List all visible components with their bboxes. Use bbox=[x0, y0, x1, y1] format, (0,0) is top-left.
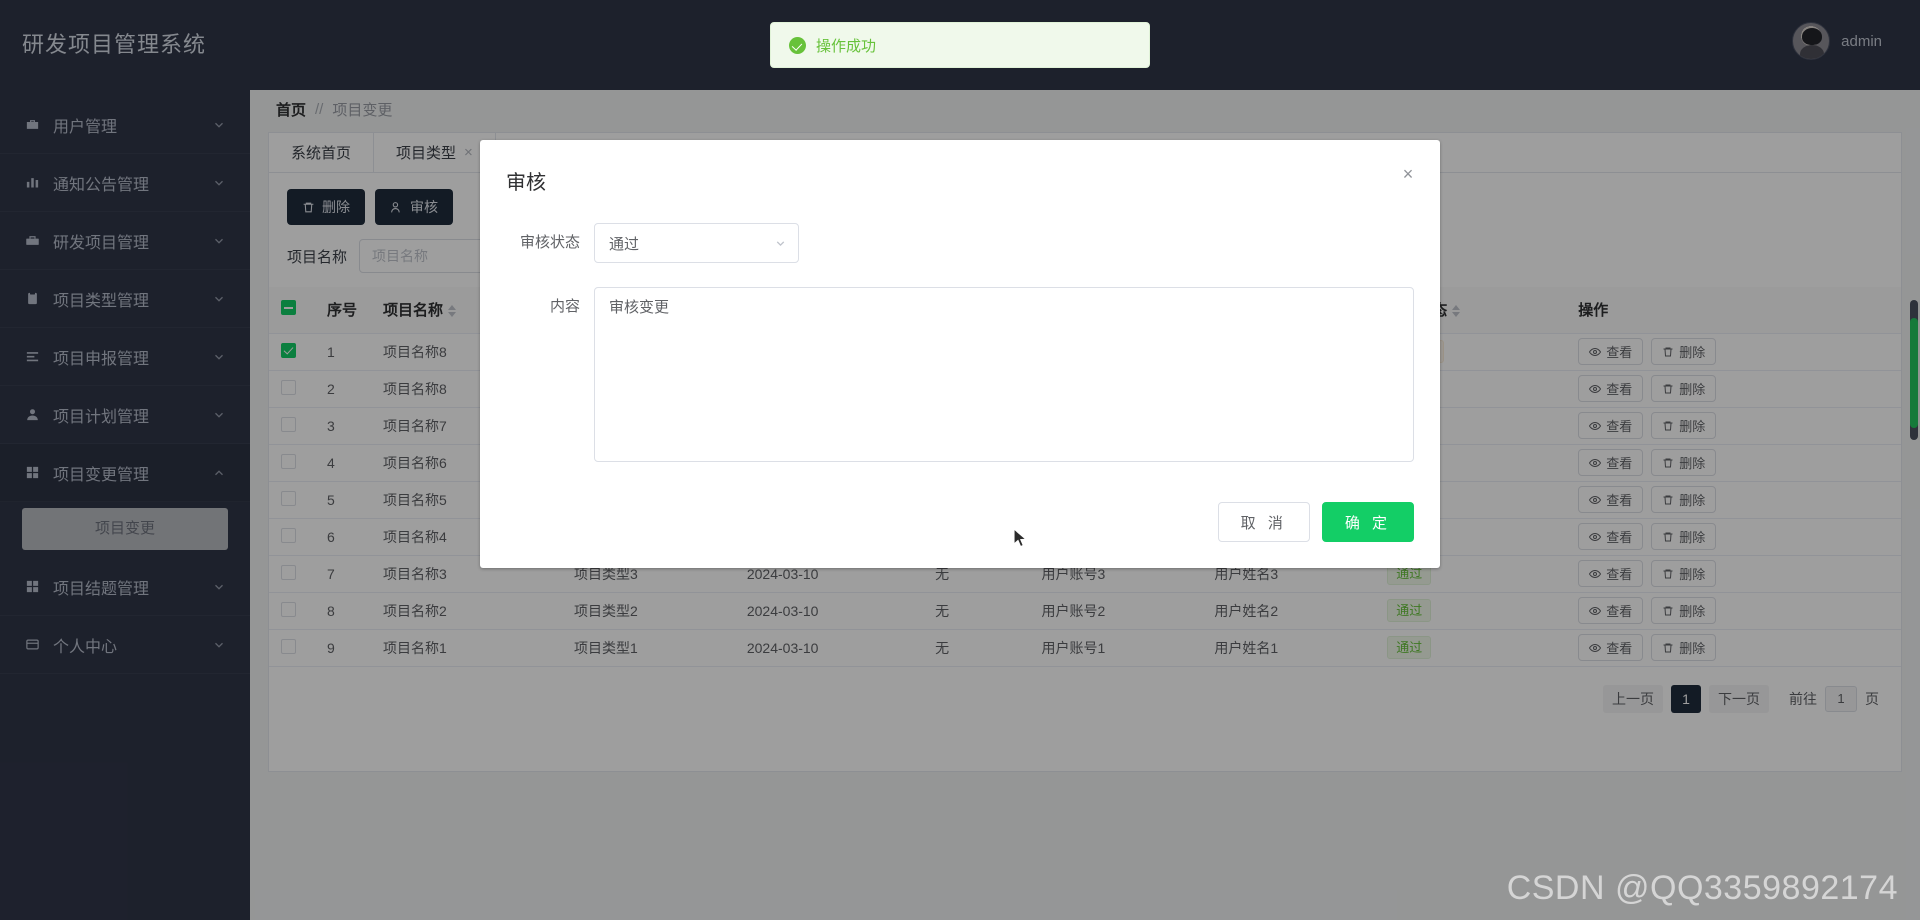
audit-status-label: 审核状态 bbox=[519, 234, 580, 251]
app-root: 研发项目管理系统 用户管理 通知公告管理 研发项目管理 项目类型管理 项目申报管理 项目计… bbox=[0, 0, 1920, 920]
watermark: CSDN @QQ3359892174 bbox=[1506, 869, 1898, 907]
audit-status-row: 审核状态 bbox=[506, 223, 1414, 263]
audit-dialog: 审核 × 审核状态 内容 取 消 bbox=[480, 140, 1440, 568]
dialog-body: 审核状态 内容 bbox=[480, 195, 1440, 492]
content-textarea[interactable] bbox=[594, 287, 1414, 462]
check-circle-icon bbox=[789, 36, 806, 54]
audit-status-select[interactable] bbox=[594, 223, 799, 263]
dialog-header: 审核 × bbox=[480, 140, 1440, 195]
confirm-button[interactable]: 确 定 bbox=[1321, 502, 1414, 542]
close-icon[interactable]: × bbox=[1396, 162, 1420, 186]
dialog-footer: 取 消 确 定 bbox=[480, 492, 1440, 568]
toast-message: 操作成功 bbox=[816, 37, 877, 55]
success-toast: 操作成功 bbox=[770, 22, 1150, 68]
content-label: 内容 bbox=[549, 298, 580, 315]
content-row: 内容 bbox=[506, 287, 1414, 462]
cancel-button[interactable]: 取 消 bbox=[1217, 502, 1310, 542]
audit-status-select-input[interactable] bbox=[594, 223, 799, 263]
dialog-title: 审核 bbox=[506, 172, 546, 194]
